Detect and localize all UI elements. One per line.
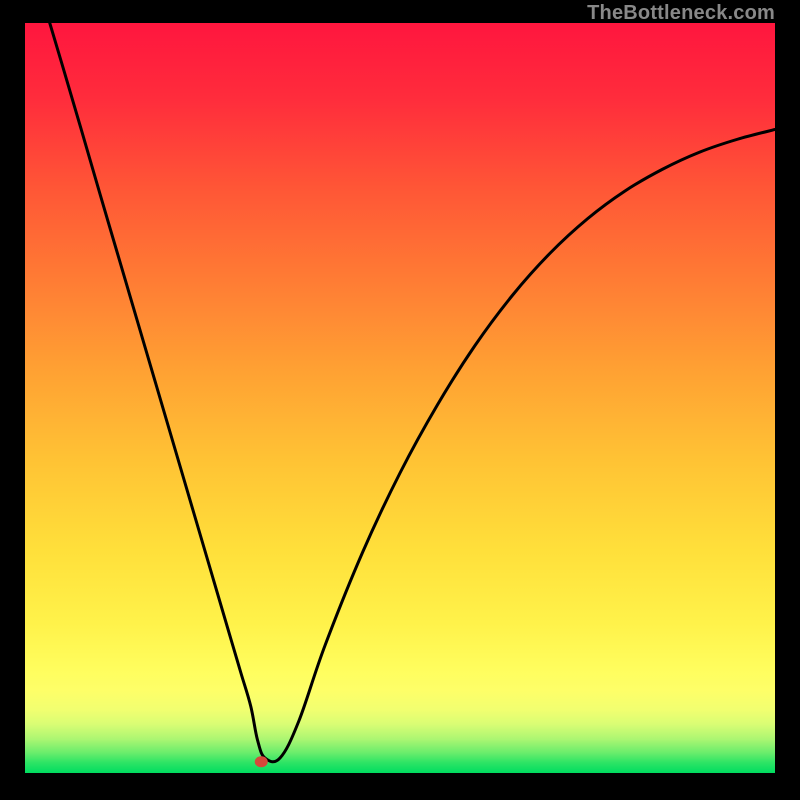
bottleneck-curve xyxy=(50,23,775,762)
optimal-point-marker xyxy=(255,756,268,767)
plot-area xyxy=(25,23,775,773)
chart-frame: TheBottleneck.com xyxy=(0,0,800,800)
curve-layer xyxy=(25,23,775,773)
watermark-text: TheBottleneck.com xyxy=(587,2,775,25)
